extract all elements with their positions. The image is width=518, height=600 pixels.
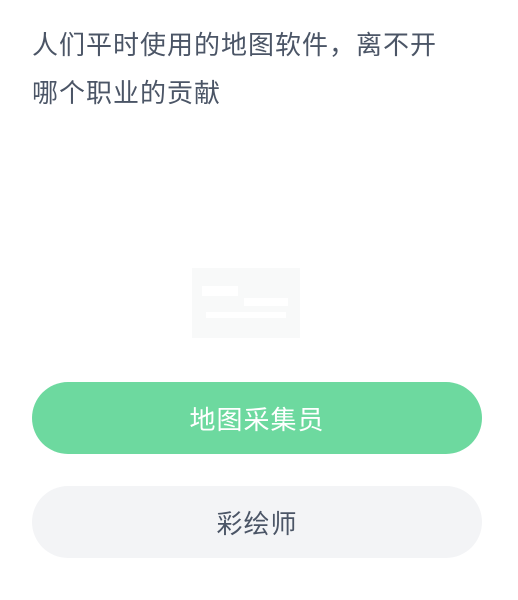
question-text: 人们平时使用的地图软件，离不开 哪个职业的贡献	[32, 22, 482, 118]
option-map-collector-button[interactable]: 地图采集员	[32, 382, 482, 454]
question-line-1: 人们平时使用的地图软件，离不开	[32, 31, 438, 61]
option-painter-button[interactable]: 彩绘师	[32, 486, 482, 558]
faded-map-illustration-icon	[192, 268, 300, 338]
option-label: 彩绘师	[216, 509, 298, 540]
option-label: 地图采集员	[189, 405, 325, 436]
question-line-2: 哪个职业的贡献	[32, 79, 222, 109]
